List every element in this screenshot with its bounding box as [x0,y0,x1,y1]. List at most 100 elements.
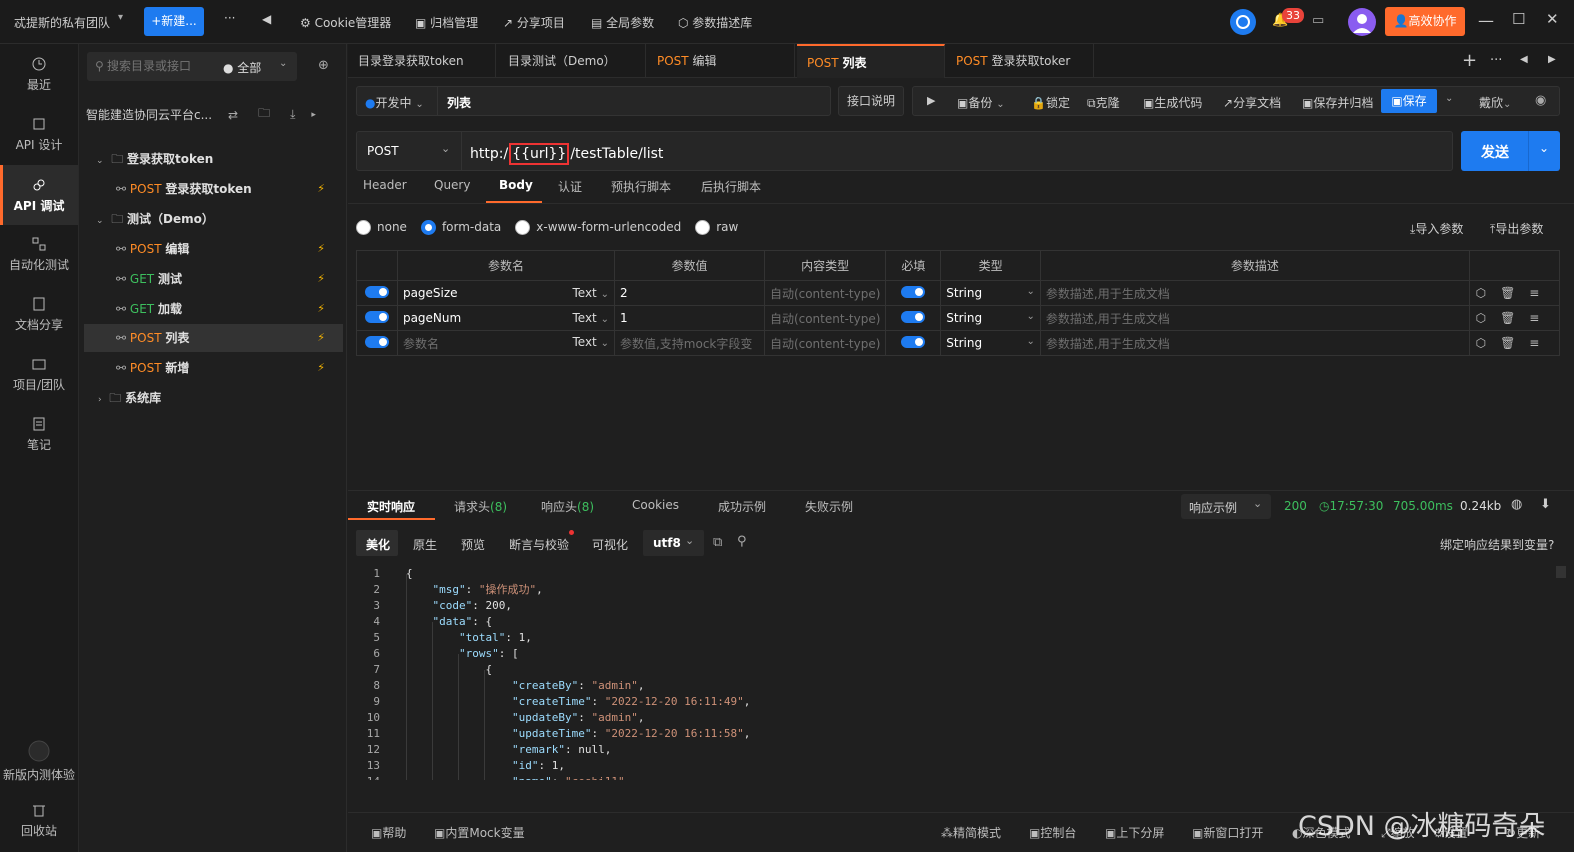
share-doc-button[interactable]: ↗分享文档 [1223,94,1281,111]
url-input[interactable]: http:/ {{url}} /testTable/list [470,143,663,165]
minimize-icon[interactable]: — [1478,11,1494,30]
tree-api-item[interactable]: ⚯ POST 编辑 ⚡ [84,235,343,263]
tab-demo-folder[interactable]: 目录测试（Demo） [498,44,646,78]
nav-notes[interactable]: 笔记 [0,416,78,464]
subtab-header[interactable]: Header [363,178,407,192]
maximize-icon[interactable]: ☐ [1512,10,1525,28]
split-button[interactable]: ▣上下分屏 [1105,824,1164,841]
download-icon[interactable]: ⬇ [1540,497,1551,512]
chevron-down-icon[interactable]: ⌄ [1539,141,1549,155]
save-button[interactable]: ▣保存 [1381,89,1437,113]
lock-button[interactable]: 🔒锁定 [1031,94,1070,111]
project-name[interactable]: 智能建造协同云平台c... [86,106,216,123]
nav-auto-test[interactable]: 自动化测试 [0,236,78,284]
nav-api-debug[interactable]: API 调试 [0,165,78,225]
param-name[interactable]: pageNum [403,311,461,325]
scrollbar-thumb[interactable] [1556,566,1566,578]
method-select[interactable]: POST [367,144,399,158]
view-select[interactable]: 戴欣⌄ [1479,94,1511,111]
cube-icon[interactable]: ⬡ [1476,311,1500,325]
avatar[interactable] [1348,8,1376,36]
send-button[interactable]: 发送 ⌄ [1461,131,1560,171]
resp-tab-success[interactable]: 成功示例 [718,498,766,515]
download-icon[interactable]: ⤓ [290,107,295,122]
caret-right-icon[interactable]: ▸ [311,110,316,120]
view-visualize[interactable]: 可视化 [592,536,628,553]
field-type-select[interactable]: Text ⌄ [572,286,609,300]
subtab-post-script[interactable]: 后执行脚本 [701,178,761,195]
globe-icon[interactable]: ◍ [1511,497,1522,512]
subtab-auth[interactable]: 认证 [558,178,582,195]
param-name[interactable]: 参数名 [403,337,439,351]
tree-api-item[interactable]: ⚯ POST 新增 ⚡ [84,354,343,382]
tab-edit[interactable]: POST 编辑 [647,44,795,78]
field-type-select[interactable]: Text ⌄ [572,335,609,349]
radio-form-data[interactable]: form-data [420,220,501,235]
add-folder-icon[interactable]: 🗀 [258,104,270,125]
param-lib-button[interactable]: ⬡ 参数描述库 [678,14,752,31]
play-icon[interactable]: ▶ [927,94,935,107]
new-window-button[interactable]: ▣新窗口打开 [1192,824,1263,841]
nav-doc-share[interactable]: 文档分享 [0,296,78,344]
tree-api-item[interactable]: ⚯ GET 测试 ⚡ [84,265,343,293]
resp-tab-fail[interactable]: 失败示例 [805,498,853,515]
archive-button[interactable]: ▣ 归档管理 [415,14,478,31]
share-project-button[interactable]: ↗ 分享项目 [503,14,565,31]
collapse-left-icon[interactable]: ◀ [262,12,271,26]
content-type[interactable]: 自动(content-type) [763,305,887,331]
trash-icon[interactable]: 🗑 [1500,311,1529,325]
save-archive-button[interactable]: ▣保存并归档 [1302,94,1373,111]
api-doc-button[interactable]: 接口说明 [838,86,904,116]
tab-prev-icon[interactable]: ◀ [1520,54,1528,65]
resp-tab-live[interactable]: 实时响应 [367,498,415,515]
view-assert[interactable]: 断言与校验 [509,536,569,553]
chevron-down-icon[interactable]: ⌄ [279,58,287,69]
bind-variable-link[interactable]: 绑定响应结果到变量? [1440,536,1554,553]
view-preview[interactable]: 预览 [461,536,485,553]
clone-button[interactable]: ⧉克隆 [1087,94,1120,111]
enable-toggle[interactable] [364,285,389,298]
compact-mode-button[interactable]: ⁂精简模式 [941,824,1001,841]
resp-tab-cookies[interactable]: Cookies [632,498,679,512]
sync-icon[interactable] [1230,9,1256,35]
tree-folder[interactable]: ⌄ 🗀 测试（Demo） [84,205,343,233]
drag-handle-icon[interactable]: ≡ [1529,311,1553,325]
view-raw[interactable]: 原生 [413,536,437,553]
search-input[interactable] [107,57,217,75]
content-type[interactable]: 自动(content-type) [763,330,887,356]
close-icon[interactable]: ✕ [1546,10,1559,28]
tree-folder[interactable]: ⌄ 🗀 登录获取token [84,145,343,173]
required-toggle[interactable] [901,285,926,298]
nav-beta[interactable]: 新版内测体验 [0,740,78,788]
param-value[interactable]: 2 [613,280,765,306]
param-desc[interactable]: 参数描述,用于生成文档 [1039,280,1470,306]
type-select[interactable]: String ⌄ [940,330,1041,356]
type-select[interactable]: String ⌄ [940,280,1041,306]
tree-search[interactable]: ⚲ ● 全部 ⌄ [87,52,297,81]
enable-toggle[interactable] [364,335,389,348]
nav-project-team[interactable]: 项目/团队 [0,356,78,404]
more-icon[interactable]: ··· [224,11,235,25]
tree-folder[interactable]: › 🗀 系统库 [84,384,343,412]
tree-api-item[interactable]: ⚯ GET 加载 ⚡ [84,295,343,323]
resp-tab-resp-headers[interactable]: 响应头(8) [541,498,594,515]
backup-button[interactable]: ▣备份 ⌄ [957,94,1005,111]
filter-select[interactable]: ● 全部 [223,59,261,76]
save-dropdown-icon[interactable]: ⌄ [1445,93,1453,104]
tab-login-folder[interactable]: 目录登录获取token [348,44,496,78]
console-button[interactable]: ▣控制台 [1029,824,1076,841]
nav-api-design[interactable]: API 设计 [0,116,78,164]
env-select[interactable]: ●开发中 ⌄ [365,94,424,111]
tab-login[interactable]: POST 登录获取toker [946,44,1094,78]
content-type[interactable]: 自动(content-type) [763,280,887,306]
subtab-pre-script[interactable]: 预执行脚本 [611,178,671,195]
subtab-query[interactable]: Query [434,178,470,192]
message-icon[interactable]: ▭ [1312,13,1324,28]
nav-trash[interactable]: 回收站 [0,802,78,850]
field-type-select[interactable]: Text ⌄ [572,311,609,325]
encoding-select[interactable]: utf8 ⌄ [643,530,704,556]
collab-button[interactable]: 👤高效协作 [1385,7,1465,36]
param-desc[interactable]: 参数描述,用于生成文档 [1039,330,1470,356]
more-icon[interactable]: ··· [1490,53,1502,68]
add-tab-icon[interactable]: + [1462,50,1477,71]
